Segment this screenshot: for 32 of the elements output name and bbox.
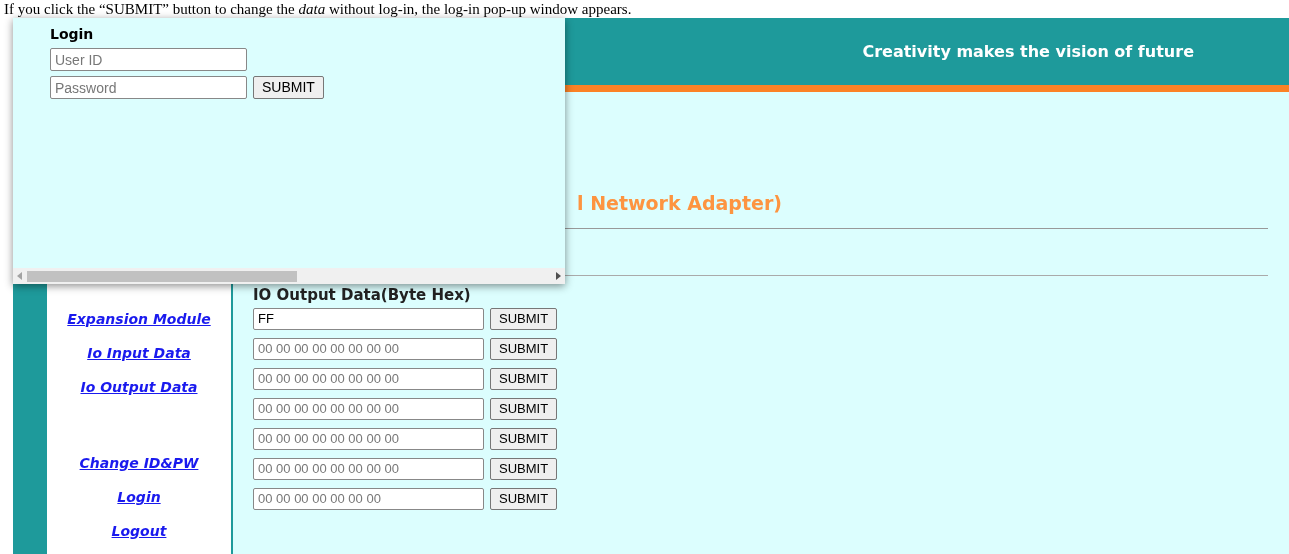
submit-button[interactable]: SUBMIT <box>490 337 558 360</box>
hex-input[interactable]: 00 00 00 00 00 00 00 00 <box>253 367 484 390</box>
sidebar-link[interactable]: Io Output Data <box>80 377 198 397</box>
submit-button[interactable]: SUBMIT <box>490 427 558 450</box>
scroll-right-icon[interactable] <box>554 272 562 280</box>
submit-button[interactable]: SUBMIT <box>490 487 558 510</box>
hex-input[interactable]: 00 00 00 00 00 00 00 <box>253 487 484 510</box>
scroll-left-icon[interactable] <box>16 272 24 280</box>
submit-button[interactable]: SUBMIT <box>490 457 558 480</box>
submit-button[interactable]: SUBMIT <box>490 367 558 390</box>
submit-button[interactable]: SUBMIT <box>490 307 558 330</box>
submit-button[interactable]: SUBMIT <box>253 76 324 99</box>
user-id-field[interactable]: User ID <box>50 48 247 71</box>
sidebar-link[interactable]: Login <box>117 487 161 507</box>
submit-button[interactable]: SUBMIT <box>490 397 558 420</box>
scrollbar-thumb[interactable] <box>27 270 297 282</box>
slogan: Creativity makes the vision of future <box>862 40 1194 63</box>
hex-input[interactable]: 00 00 00 00 00 00 00 00 <box>253 427 484 450</box>
sidebar-link[interactable]: Logout <box>111 521 167 541</box>
sidebar-link[interactable]: Expansion Module <box>67 309 211 329</box>
caption: If you click the “SUBMIT” button to change the data without log-in, the log-in pop-up window appears. <box>4 0 632 18</box>
horizontal-scrollbar[interactable] <box>13 268 565 284</box>
hex-input[interactable]: 00 00 00 00 00 00 00 00 <box>253 337 484 360</box>
section-title: IO Output Data(Byte Hex) <box>253 285 472 304</box>
hex-input[interactable]: FF <box>253 307 484 330</box>
sidebar-link[interactable]: Change ID&PW <box>79 453 199 473</box>
popup-title: Login <box>50 25 95 43</box>
page-heading: l Network Adapter) <box>577 192 782 214</box>
hex-input[interactable]: 00 00 00 00 00 00 00 00 <box>253 457 484 480</box>
password-field[interactable]: Password <box>50 76 247 99</box>
hex-input[interactable]: 00 00 00 00 00 00 00 00 <box>253 397 484 420</box>
sidebar-link[interactable]: Io Input Data <box>87 343 191 363</box>
